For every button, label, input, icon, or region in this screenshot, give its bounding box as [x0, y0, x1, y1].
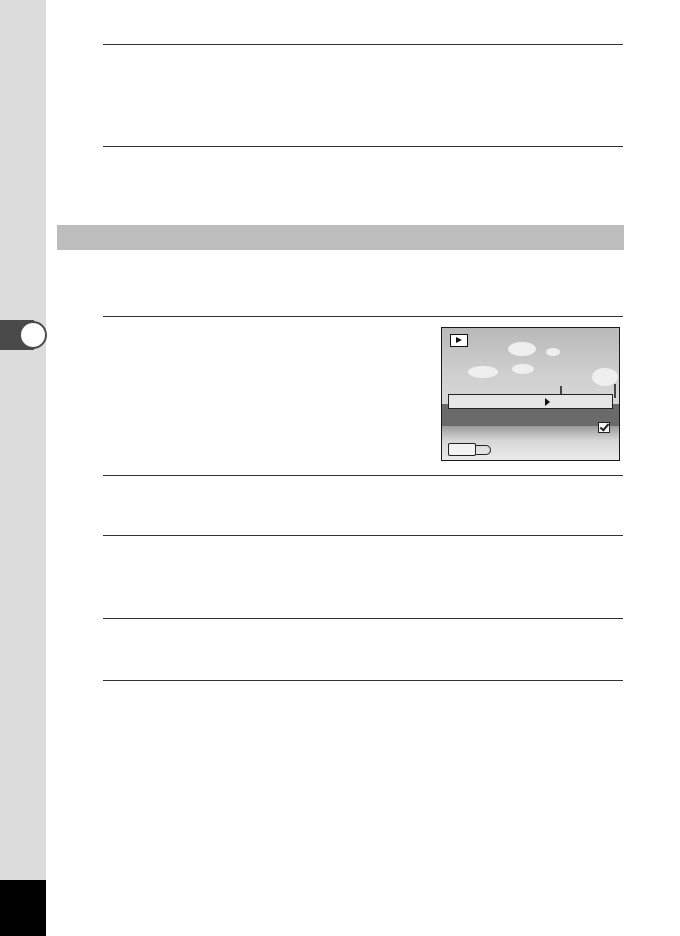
- section-heading-band: [57, 225, 624, 250]
- menu-button-icon: [448, 443, 476, 456]
- cloud: [546, 348, 560, 356]
- camera-screen-illustration: [441, 327, 620, 461]
- page-number-block: [0, 880, 46, 936]
- cloud: [508, 342, 536, 356]
- chapter-number-circle: [19, 321, 47, 349]
- cloud: [512, 364, 534, 374]
- divider-rule: [103, 316, 623, 317]
- return-arrow-icon: [476, 445, 491, 455]
- checkbox-checked-icon: [598, 422, 610, 433]
- playback-mode-icon: [450, 334, 468, 347]
- divider-rule: [103, 146, 623, 147]
- divider-rule: [103, 535, 623, 536]
- cloud: [468, 366, 498, 378]
- palm-tree: [614, 384, 616, 398]
- divider-rule: [103, 475, 623, 476]
- divider-rule: [103, 618, 623, 619]
- right-triangle-icon: [545, 397, 550, 406]
- chapter-marker: [0, 320, 47, 350]
- chapter-side-tab: [0, 0, 46, 880]
- divider-rule: [103, 44, 623, 45]
- divider-rule: [103, 680, 623, 681]
- menu-selection-bar: [448, 394, 613, 409]
